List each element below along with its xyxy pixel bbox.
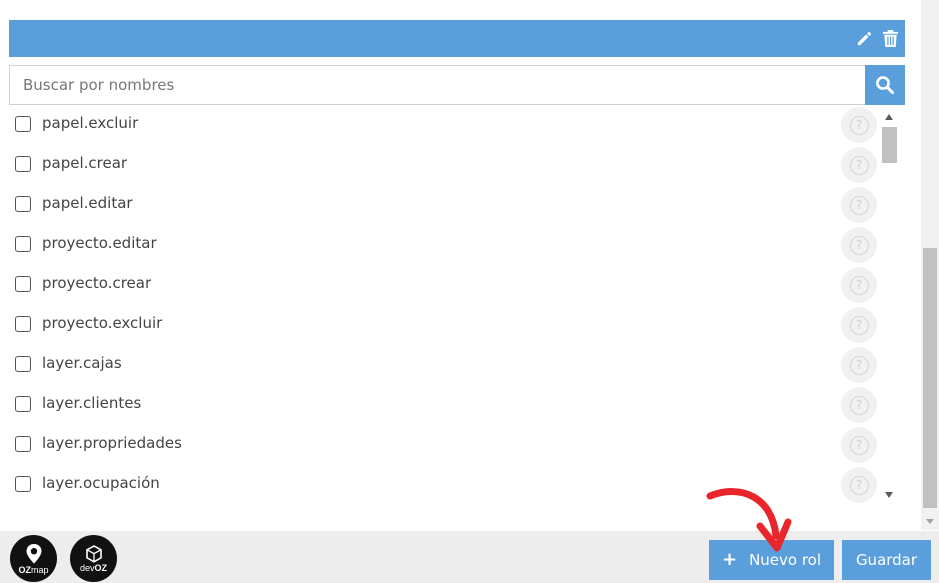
permission-label: proyecto.excluir — [42, 314, 163, 332]
pencil-icon[interactable] — [855, 29, 874, 48]
checkbox[interactable] — [15, 276, 31, 292]
page-scroll-thumb[interactable] — [923, 248, 937, 508]
scroll-down-arrow-icon[interactable] — [885, 492, 893, 498]
checkbox[interactable] — [15, 116, 31, 132]
permission-label: layer.propriedades — [42, 434, 182, 452]
permission-label: layer.cajas — [42, 354, 122, 372]
list-item: layer.propriedades ? — [9, 425, 881, 465]
new-role-button[interactable]: + Nuevo rol — [709, 540, 834, 580]
search-button[interactable] — [865, 65, 905, 105]
map-pin-icon — [26, 543, 41, 563]
list-item: layer.clientes ? — [9, 385, 881, 425]
permission-label: layer.clientes — [42, 394, 142, 412]
list-item: layer.cajas ? — [9, 345, 881, 385]
search-icon — [876, 76, 894, 94]
role-header-bar — [9, 20, 905, 57]
checkbox[interactable] — [15, 156, 31, 172]
help-icon[interactable]: ? — [841, 147, 877, 183]
help-icon[interactable]: ? — [841, 467, 877, 503]
list-item: proyecto.editar ? — [9, 225, 881, 265]
help-icon[interactable]: ? — [841, 267, 877, 303]
new-role-label: Nuevo rol — [749, 551, 822, 569]
footer-bar: OZmap devOZ + Nuevo rol Guardar — [0, 531, 939, 583]
trash-icon[interactable] — [882, 29, 899, 48]
save-button[interactable]: Guardar — [842, 540, 931, 580]
page-scrollbar[interactable] — [921, 0, 939, 530]
list-item: papel.editar ? — [9, 185, 881, 225]
help-icon[interactable]: ? — [841, 347, 877, 383]
list-scroll-thumb[interactable] — [882, 127, 897, 163]
permission-label: proyecto.editar — [42, 234, 157, 252]
list-scrollbar[interactable] — [881, 110, 898, 503]
list-item: layer.ocupación ? — [9, 465, 881, 505]
list-item: papel.excluir ? — [9, 105, 881, 145]
search-input[interactable] — [9, 65, 865, 105]
help-icon[interactable]: ? — [841, 107, 877, 143]
permission-label: papel.editar — [42, 194, 133, 212]
header-actions — [855, 29, 899, 48]
save-label: Guardar — [855, 551, 918, 569]
cube-icon — [85, 544, 102, 563]
help-icon[interactable]: ? — [841, 187, 877, 223]
help-icon[interactable]: ? — [841, 427, 877, 463]
scroll-up-arrow-icon[interactable] — [885, 114, 893, 120]
checkbox[interactable] — [15, 316, 31, 332]
list-item: proyecto.excluir ? — [9, 305, 881, 345]
checkbox[interactable] — [15, 236, 31, 252]
page-scroll-down-arrow-icon[interactable] — [926, 519, 934, 524]
permission-list: papel.excluir ? papel.crear ? papel.edit… — [9, 105, 881, 508]
devoz-logo[interactable]: devOZ — [70, 535, 117, 582]
plus-icon: + — [721, 549, 738, 570]
permission-label: layer.ocupación — [42, 474, 160, 492]
checkbox[interactable] — [15, 196, 31, 212]
list-item: papel.crear ? — [9, 145, 881, 185]
permission-label: papel.excluir — [42, 114, 139, 132]
checkbox[interactable] — [15, 356, 31, 372]
checkbox[interactable] — [15, 436, 31, 452]
permission-label: proyecto.crear — [42, 274, 152, 292]
help-icon[interactable]: ? — [841, 387, 877, 423]
help-icon[interactable]: ? — [841, 307, 877, 343]
permission-label: papel.crear — [42, 154, 128, 172]
checkbox[interactable] — [15, 396, 31, 412]
help-icon[interactable]: ? — [841, 227, 877, 263]
search-row — [9, 65, 905, 105]
checkbox[interactable] — [15, 476, 31, 492]
ozmap-logo[interactable]: OZmap — [10, 535, 57, 582]
list-item: proyecto.crear ? — [9, 265, 881, 305]
